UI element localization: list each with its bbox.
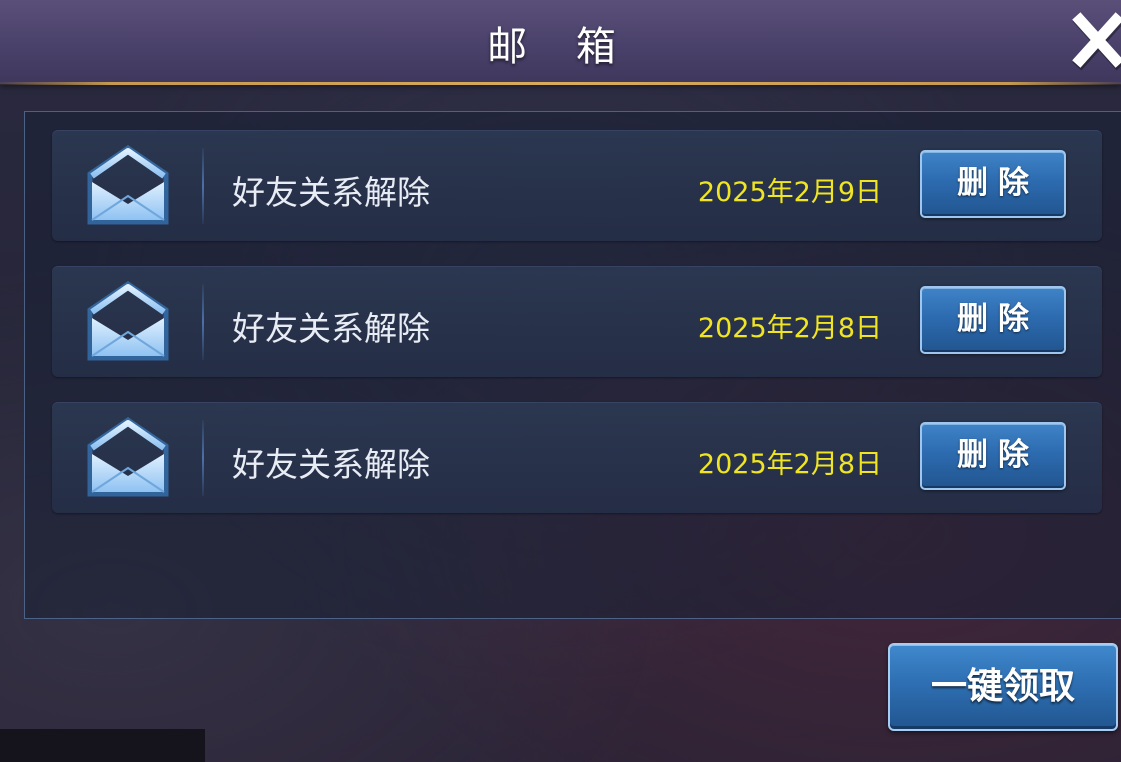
envelope-icon <box>87 144 169 225</box>
envelope-icon <box>87 280 169 361</box>
mail-subject: 好友关系解除 <box>232 445 430 484</box>
row-divider <box>202 284 204 360</box>
envelope-icon <box>87 416 169 497</box>
delete-button[interactable]: 删除 <box>920 422 1066 490</box>
header-divider <box>0 82 1121 85</box>
mail-item[interactable]: 好友关系解除 2025年2月8日 删除 <box>52 402 1102 513</box>
close-icon <box>1072 12 1121 71</box>
mail-date: 2025年2月8日 <box>697 449 882 480</box>
corner-overlay <box>0 729 205 762</box>
header-bar: 邮 箱 <box>0 0 1121 84</box>
row-divider <box>202 420 204 496</box>
mail-date: 2025年2月8日 <box>697 313 882 344</box>
claim-all-button[interactable]: 一键领取 <box>888 643 1118 731</box>
mail-date: 2025年2月9日 <box>697 177 882 208</box>
delete-button[interactable]: 删除 <box>920 150 1066 218</box>
mail-subject: 好友关系解除 <box>232 173 430 212</box>
row-divider <box>202 148 204 224</box>
close-button[interactable] <box>1068 10 1121 74</box>
delete-button[interactable]: 删除 <box>920 286 1066 354</box>
page-title: 邮 箱 <box>487 24 634 70</box>
mail-subject: 好友关系解除 <box>232 309 430 348</box>
mail-item[interactable]: 好友关系解除 2025年2月9日 删除 <box>52 130 1102 241</box>
mail-item[interactable]: 好友关系解除 2025年2月8日 删除 <box>52 266 1102 377</box>
